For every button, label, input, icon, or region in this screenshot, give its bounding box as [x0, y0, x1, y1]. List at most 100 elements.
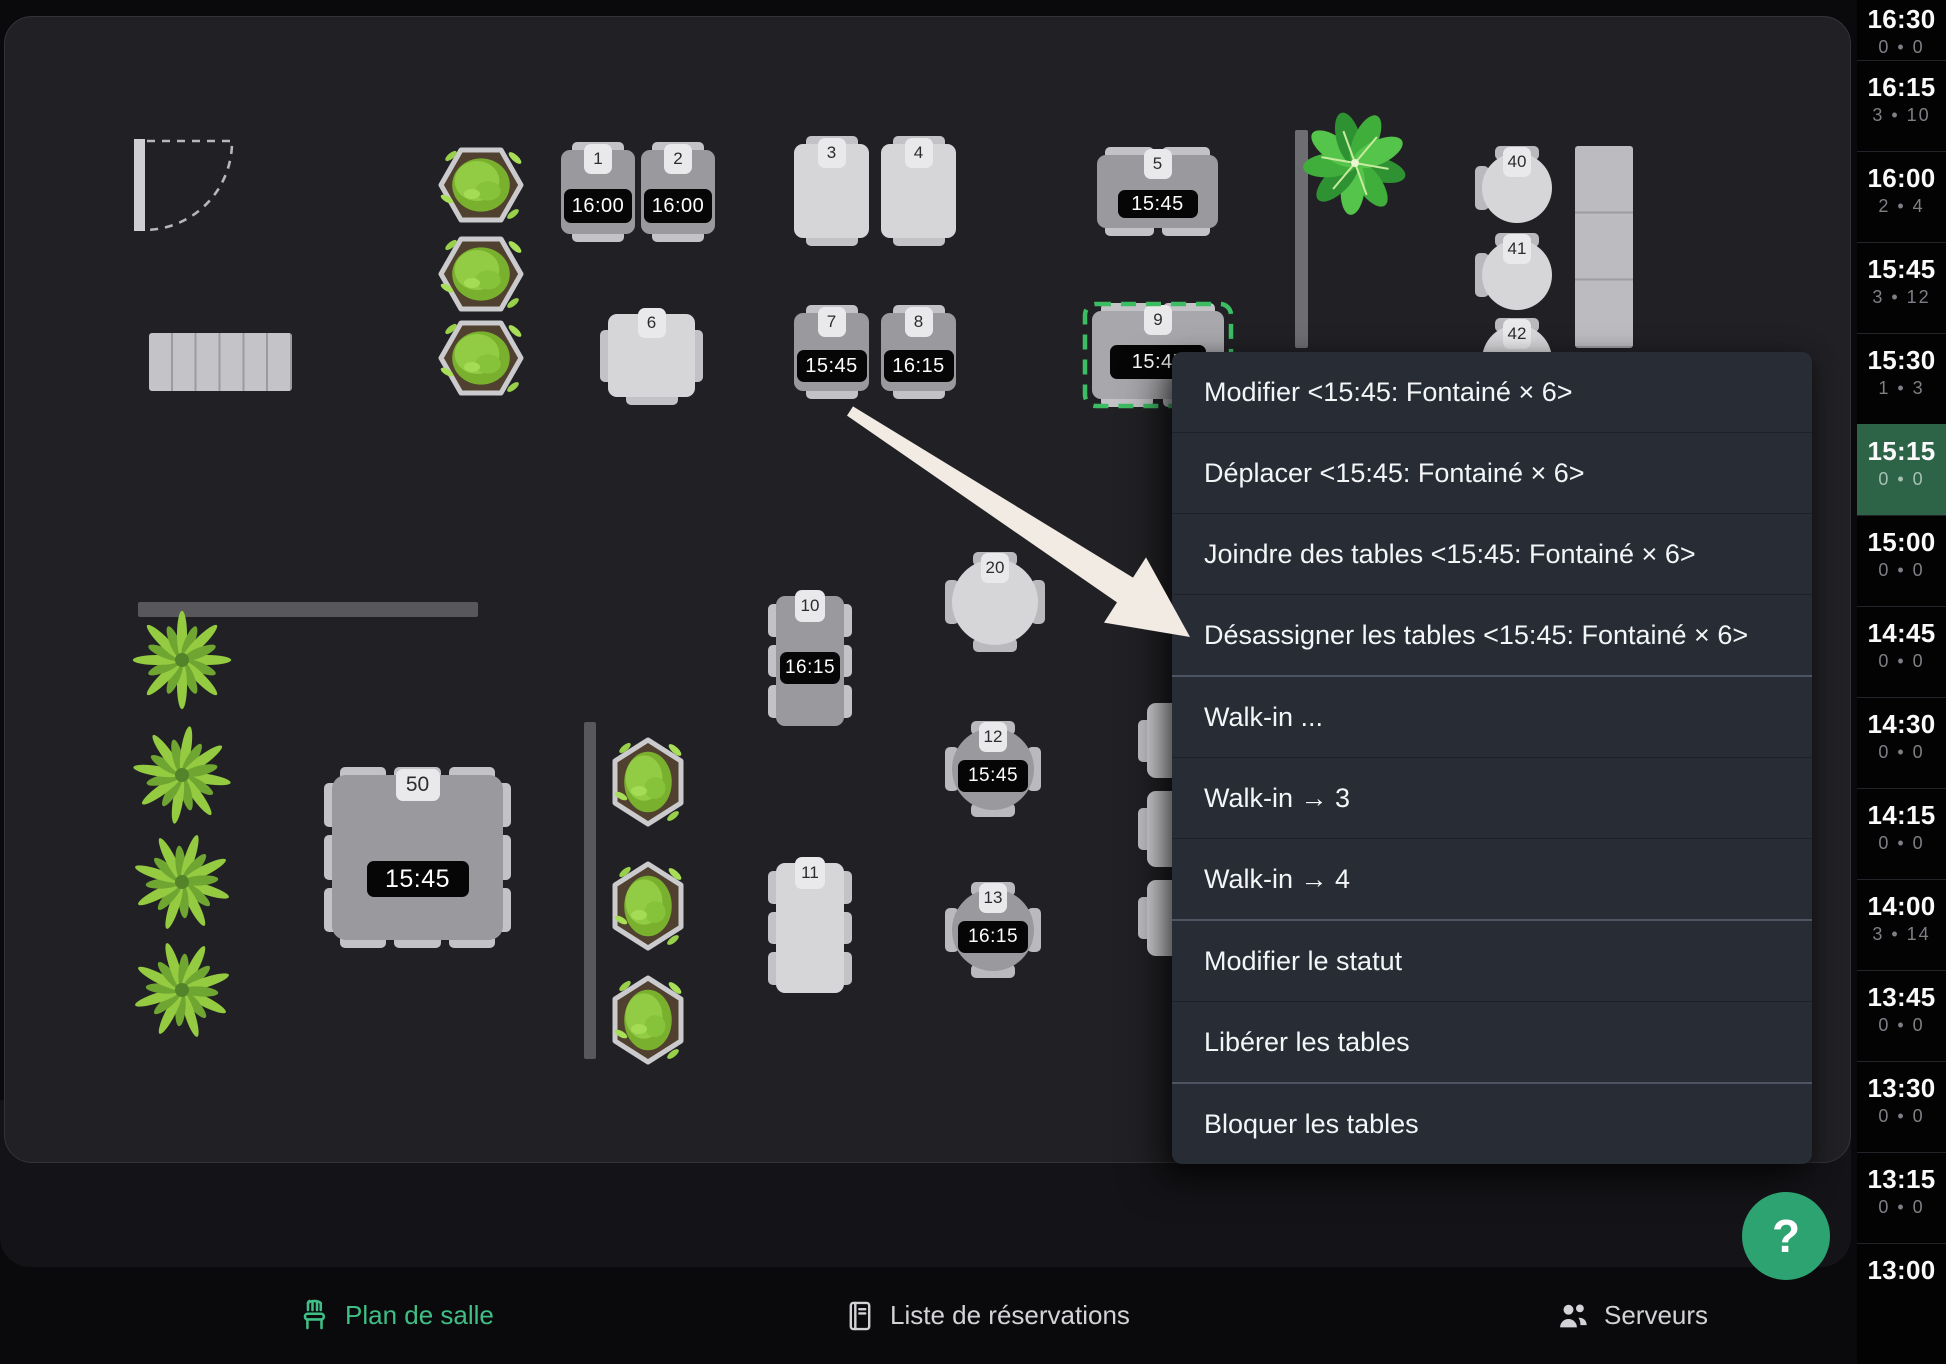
book-icon [843, 1299, 877, 1333]
hex-planter [615, 740, 681, 824]
menu-item-liberer-tables[interactable]: Libérer les tables [1172, 1001, 1812, 1082]
hex-planter [441, 148, 521, 222]
timeslot-16-00[interactable]: 16:002 • 4 [1857, 151, 1946, 242]
nav-label: Liste de réservations [890, 1300, 1130, 1331]
table-11[interactable]: 11 [776, 863, 844, 993]
timeslot-14-45[interactable]: 14:450 • 0 [1857, 606, 1946, 697]
timeslot-count: 3 • 10 [1857, 105, 1946, 126]
help-button[interactable]: ? [1742, 1192, 1830, 1280]
timeslot-13-45[interactable]: 13:450 • 0 [1857, 970, 1946, 1061]
table-number-tag: 41 [1503, 234, 1531, 264]
timeslot-count: 0 • 0 [1857, 560, 1946, 581]
timeslot-time: 16:00 [1857, 163, 1946, 194]
timeslot-count: 2 • 4 [1857, 196, 1946, 217]
timeslot-time: 16:30 [1857, 4, 1946, 35]
table-time-chip: 15:45 [367, 861, 469, 897]
table-10[interactable]: 1016:15 [776, 596, 844, 726]
spiky-plant [130, 938, 234, 1042]
timeslot-time: 13:00 [1857, 1255, 1946, 1286]
menu-item-modifier-statut[interactable]: Modifier le statut [1172, 919, 1812, 1001]
table-time-chip: 16:15 [780, 652, 840, 684]
timeslot-16-30[interactable]: 16:300 • 0 [1857, 0, 1946, 60]
timeslot-15-15[interactable]: 15:150 • 0 [1857, 424, 1946, 515]
table-number-tag: 7 [818, 307, 846, 337]
timeslot-time: 15:00 [1857, 527, 1946, 558]
table-number-tag: 10 [795, 590, 825, 622]
menu-item-walk-in-4[interactable]: Walk-in → 4 [1172, 838, 1812, 919]
hex-planter [441, 321, 521, 395]
table-number-tag: 8 [905, 307, 933, 337]
timeslot-14-30[interactable]: 14:300 • 0 [1857, 697, 1946, 788]
table-41[interactable]: 41 [1482, 240, 1552, 310]
hex-planter [615, 978, 681, 1062]
table-number-tag: 12 [979, 722, 1007, 752]
timeslot-time: 15:15 [1857, 436, 1946, 467]
table-5[interactable]: 515:45 [1097, 155, 1218, 228]
timeslot-15-45[interactable]: 15:453 • 12 [1857, 242, 1946, 333]
table-3[interactable]: 3 [794, 144, 869, 238]
table-number-tag: 40 [1503, 147, 1531, 177]
timeslot-count: 0 • 0 [1857, 469, 1946, 490]
nav-plan-de-salle[interactable]: Plan de salle [296, 1267, 494, 1364]
table-20[interactable]: 20 [952, 559, 1038, 645]
timeslot-14-00[interactable]: 14:003 • 14 [1857, 879, 1946, 970]
timeslot-count: 0 • 0 [1857, 1197, 1946, 1218]
table-13[interactable]: 1316:15 [952, 889, 1034, 971]
table-12[interactable]: 1215:45 [952, 728, 1034, 810]
menu-item-desassigner-tables[interactable]: Désassigner les tables <15:45: Fontainé … [1172, 594, 1812, 675]
menu-item-bloquer-tables[interactable]: Bloquer les tables [1172, 1082, 1812, 1164]
table-6[interactable]: 6 [608, 314, 695, 397]
counter-bench [149, 333, 292, 391]
table-40[interactable]: 40 [1482, 153, 1552, 223]
timeslot-time: 13:45 [1857, 982, 1946, 1013]
menu-item-walk-in[interactable]: Walk-in ... [1172, 675, 1812, 757]
people-icon [1555, 1298, 1591, 1334]
timeslot-count: 0 • 0 [1857, 742, 1946, 763]
nav-serveurs[interactable]: Serveurs [1555, 1267, 1708, 1364]
timeslot-16-15[interactable]: 16:153 • 10 [1857, 60, 1946, 151]
timeslot-count: 1 • 3 [1857, 378, 1946, 399]
menu-item-modifier-reservation[interactable]: Modifier <15:45: Fontainé × 6> [1172, 352, 1812, 432]
table-number-tag: 1 [584, 144, 612, 174]
hex-planter [615, 864, 681, 948]
timeslot-count: 0 • 0 [1857, 1106, 1946, 1127]
timeslot-count: 3 • 12 [1857, 287, 1946, 308]
menu-item-deplacer-reservation[interactable]: Déplacer <15:45: Fontainé × 6> [1172, 432, 1812, 513]
table-number-tag: 3 [818, 138, 846, 168]
timeslot-time: 15:45 [1857, 254, 1946, 285]
menu-item-joindre-tables[interactable]: Joindre des tables <15:45: Fontainé × 6> [1172, 513, 1812, 594]
timeslot-time: 14:15 [1857, 800, 1946, 831]
chair-icon [296, 1298, 332, 1334]
menu-item-walk-in-3[interactable]: Walk-in → 3 [1172, 757, 1812, 838]
tree-plant [1297, 105, 1413, 221]
table-number-tag: 11 [795, 857, 825, 889]
table-2[interactable]: 216:00 [641, 150, 715, 234]
timeslot-13-30[interactable]: 13:300 • 0 [1857, 1061, 1946, 1152]
table-time-chip: 15:45 [1118, 190, 1198, 218]
nav-label: Serveurs [1604, 1300, 1708, 1331]
table-8[interactable]: 816:15 [881, 313, 956, 391]
time-slot-sidebar: 16:300 • 016:153 • 1016:002 • 415:453 • … [1857, 0, 1946, 1364]
table-4[interactable]: 4 [881, 144, 956, 238]
table-time-chip: 15:45 [797, 350, 867, 382]
timeslot-count: 0 • 0 [1857, 37, 1946, 58]
timeslot-time: 13:15 [1857, 1164, 1946, 1195]
table-7[interactable]: 715:45 [794, 313, 869, 391]
timeslot-14-15[interactable]: 14:150 • 0 [1857, 788, 1946, 879]
table-50[interactable]: 5015:45 [332, 775, 503, 940]
spiky-plant [130, 608, 234, 712]
timeslot-15-00[interactable]: 15:000 • 0 [1857, 515, 1946, 606]
timeslot-time: 14:45 [1857, 618, 1946, 649]
spiky-plant [130, 723, 234, 827]
table-number-tag: 5 [1144, 149, 1172, 179]
timeslot-13-00[interactable]: 13:00 [1857, 1243, 1946, 1364]
timeslot-13-15[interactable]: 13:150 • 0 [1857, 1152, 1946, 1243]
timeslot-count: 0 • 0 [1857, 833, 1946, 854]
banquette [1575, 146, 1633, 348]
table-1[interactable]: 116:00 [561, 150, 635, 234]
table-context-menu: Modifier <15:45: Fontainé × 6>Déplacer <… [1172, 352, 1812, 1164]
table-number-tag: 6 [638, 308, 666, 338]
nav-liste-de-reservations[interactable]: Liste de réservations [843, 1267, 1130, 1364]
timeslot-count: 0 • 0 [1857, 651, 1946, 672]
timeslot-15-30[interactable]: 15:301 • 3 [1857, 333, 1946, 424]
